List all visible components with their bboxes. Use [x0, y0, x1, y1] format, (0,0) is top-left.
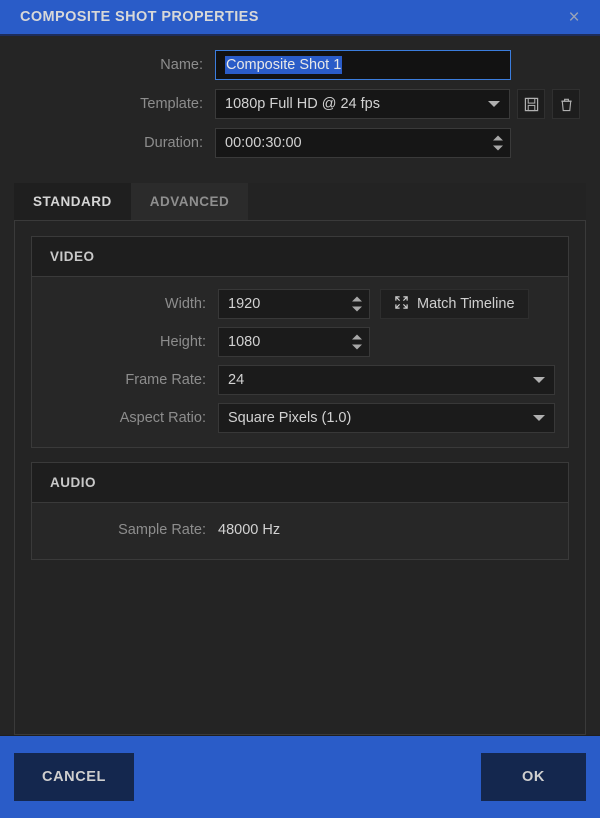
dialog-titlebar: COMPOSITE SHOT PROPERTIES × — [0, 0, 600, 36]
tab-bar: STANDARD ADVANCED — [14, 183, 586, 220]
video-group: VIDEO Width: 1920 Match Timeline Height:… — [31, 236, 569, 448]
name-input-value: Composite Shot 1 — [225, 56, 343, 74]
width-value: 1920 — [228, 296, 261, 312]
delete-template-button[interactable] — [552, 89, 580, 119]
name-input[interactable]: Composite Shot 1 — [215, 50, 511, 80]
name-label: Name: — [160, 57, 203, 73]
video-group-body: Width: 1920 Match Timeline Height: 1080 … — [32, 277, 568, 447]
composite-shot-properties-dialog: COMPOSITE SHOT PROPERTIES × Name: Compos… — [0, 0, 600, 818]
dialog-footer: CANCEL OK — [0, 735, 600, 818]
height-label: Height: — [160, 334, 206, 350]
template-dropdown[interactable]: 1080p Full HD @ 24 fps — [215, 89, 510, 119]
tab-panel-standard: VIDEO Width: 1920 Match Timeline Height:… — [14, 220, 586, 735]
height-row: Height: 1080 — [32, 327, 568, 357]
width-row: Width: 1920 Match Timeline — [32, 289, 568, 319]
top-form: Name: Composite Shot 1 Template: 1080p F… — [0, 36, 600, 175]
duration-row: Duration: 00:00:30:00 — [20, 128, 580, 158]
frame-rate-value: 24 — [228, 372, 245, 388]
height-value: 1080 — [228, 334, 261, 350]
trash-icon — [559, 97, 574, 112]
sample-rate-row: Sample Rate: 48000 Hz — [32, 515, 568, 545]
aspect-ratio-label: Aspect Ratio: — [119, 410, 206, 426]
match-timeline-label: Match Timeline — [417, 296, 515, 312]
frame-rate-label: Frame Rate: — [125, 372, 206, 388]
name-row: Name: Composite Shot 1 — [20, 50, 580, 80]
width-stepper[interactable] — [352, 296, 362, 312]
match-timeline-button[interactable]: Match Timeline — [380, 289, 529, 319]
stepper-up-icon[interactable] — [352, 334, 362, 340]
height-input[interactable]: 1080 — [218, 327, 370, 357]
template-value: 1080p Full HD @ 24 fps — [225, 96, 380, 112]
tab-advanced[interactable]: ADVANCED — [130, 183, 249, 220]
close-icon[interactable]: × — [562, 5, 586, 29]
aspect-ratio-dropdown[interactable]: Square Pixels (1.0) — [218, 403, 555, 433]
duration-value: 00:00:30:00 — [225, 135, 302, 151]
tab-standard[interactable]: STANDARD — [14, 183, 131, 220]
aspect-ratio-row: Aspect Ratio: Square Pixels (1.0) — [32, 403, 568, 433]
template-label: Template: — [140, 96, 203, 112]
width-input[interactable]: 1920 — [218, 289, 370, 319]
frame-rate-row: Frame Rate: 24 — [32, 365, 568, 395]
stepper-down-icon[interactable] — [493, 145, 503, 151]
stepper-up-icon[interactable] — [493, 135, 503, 141]
chevron-down-icon — [533, 415, 545, 421]
stepper-down-icon[interactable] — [352, 306, 362, 312]
stepper-up-icon[interactable] — [352, 296, 362, 302]
audio-group-header: AUDIO — [32, 463, 568, 503]
duration-stepper[interactable] — [493, 135, 503, 151]
expand-arrows-icon — [394, 295, 409, 314]
frame-rate-dropdown[interactable]: 24 — [218, 365, 555, 395]
audio-group-body: Sample Rate: 48000 Hz — [32, 503, 568, 559]
cancel-button[interactable]: CANCEL — [14, 753, 135, 801]
duration-input[interactable]: 00:00:30:00 — [215, 128, 511, 158]
duration-label: Duration: — [144, 135, 203, 151]
audio-group: AUDIO Sample Rate: 48000 Hz — [31, 462, 569, 560]
height-stepper[interactable] — [352, 334, 362, 350]
sample-rate-value: 48000 Hz — [218, 522, 281, 538]
save-icon — [524, 97, 539, 112]
template-row: Template: 1080p Full HD @ 24 fps — [20, 89, 580, 119]
width-label: Width: — [164, 296, 206, 312]
dialog-title: COMPOSITE SHOT PROPERTIES — [20, 9, 259, 25]
sample-rate-label: Sample Rate: — [118, 522, 206, 538]
ok-button[interactable]: OK — [481, 753, 586, 801]
stepper-down-icon[interactable] — [352, 344, 362, 350]
chevron-down-icon — [533, 377, 545, 383]
save-template-button[interactable] — [517, 89, 545, 119]
aspect-ratio-value: Square Pixels (1.0) — [228, 410, 352, 426]
video-group-header: VIDEO — [32, 237, 568, 277]
chevron-down-icon — [488, 101, 500, 107]
